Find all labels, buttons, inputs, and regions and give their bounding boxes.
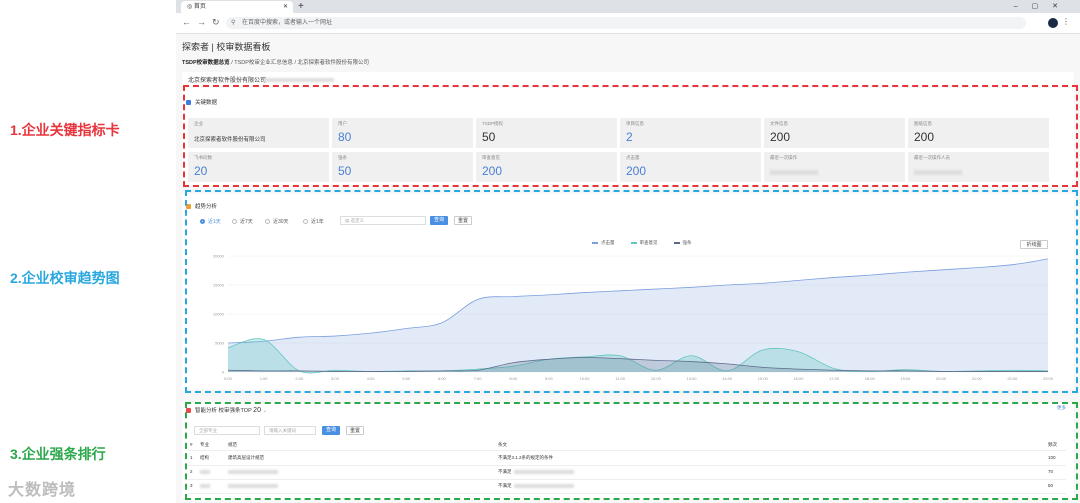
- breadcrumb: TSDP校审数据总览 / TSDP校审企业汇总信息 / 北京探索者软件股份有限公…: [182, 60, 370, 66]
- company-name: 北京探索者软件股份有限公司: [188, 78, 267, 84]
- close-window-icon[interactable]: ✕: [1052, 3, 1072, 10]
- browser-tab[interactable]: ◎ 首页 ✕: [181, 1, 293, 13]
- tab-bar: ◎ 首页 ✕ + –▢✕: [176, 0, 1080, 13]
- address-input[interactable]: ⚲ 在百度中搜索，或者输入一个网址: [226, 17, 1026, 29]
- globe-icon: ◎: [187, 4, 193, 10]
- annotation-label-trend: 2.企业校审趋势图: [10, 270, 120, 286]
- annotation-box-key-metrics: [183, 85, 1078, 187]
- maximize-icon[interactable]: ▢: [1032, 3, 1053, 10]
- reload-icon[interactable]: ↻: [212, 17, 226, 27]
- menu-icon[interactable]: ⋮: [1062, 17, 1070, 26]
- new-tab-button[interactable]: +: [298, 0, 304, 13]
- profile-avatar[interactable]: [1048, 18, 1058, 28]
- company-header: 北京探索者软件股份有限公司: [182, 72, 1074, 86]
- annotation-label-ranking: 3.企业强条排行: [10, 446, 106, 462]
- tab-title: 首页: [193, 4, 206, 10]
- nav-buttons: ←→↻: [182, 17, 226, 28]
- annotation-box-ranking: [185, 402, 1078, 500]
- breadcrumb-item-overview[interactable]: TSDP校审数据总览: [182, 60, 230, 66]
- page-title: 探索者 | 校审数据看板: [182, 42, 271, 52]
- breadcrumb-item-summary[interactable]: TSDP校审企业汇总信息: [234, 60, 293, 66]
- minimize-icon[interactable]: –: [1014, 3, 1032, 10]
- annotation-label-key-metrics: 1.企业关键指标卡: [10, 122, 120, 138]
- back-icon[interactable]: ←: [182, 17, 197, 27]
- close-tab-icon[interactable]: ✕: [283, 1, 288, 13]
- search-icon: ⚲: [231, 20, 236, 26]
- forward-icon[interactable]: →: [197, 17, 212, 27]
- address-bar-row: ←→↻ ⚲ 在百度中搜索，或者输入一个网址 ⋮: [176, 13, 1080, 34]
- address-placeholder: 在百度中搜索，或者输入一个网址: [242, 20, 333, 26]
- breadcrumb-item-company: 北京探索者软件股份有限公司: [297, 60, 370, 66]
- window-controls: –▢✕: [1014, 0, 1072, 13]
- company-meta-blurred: [264, 78, 334, 82]
- watermark: 大数跨境: [8, 482, 77, 499]
- annotation-box-trend: [185, 190, 1078, 393]
